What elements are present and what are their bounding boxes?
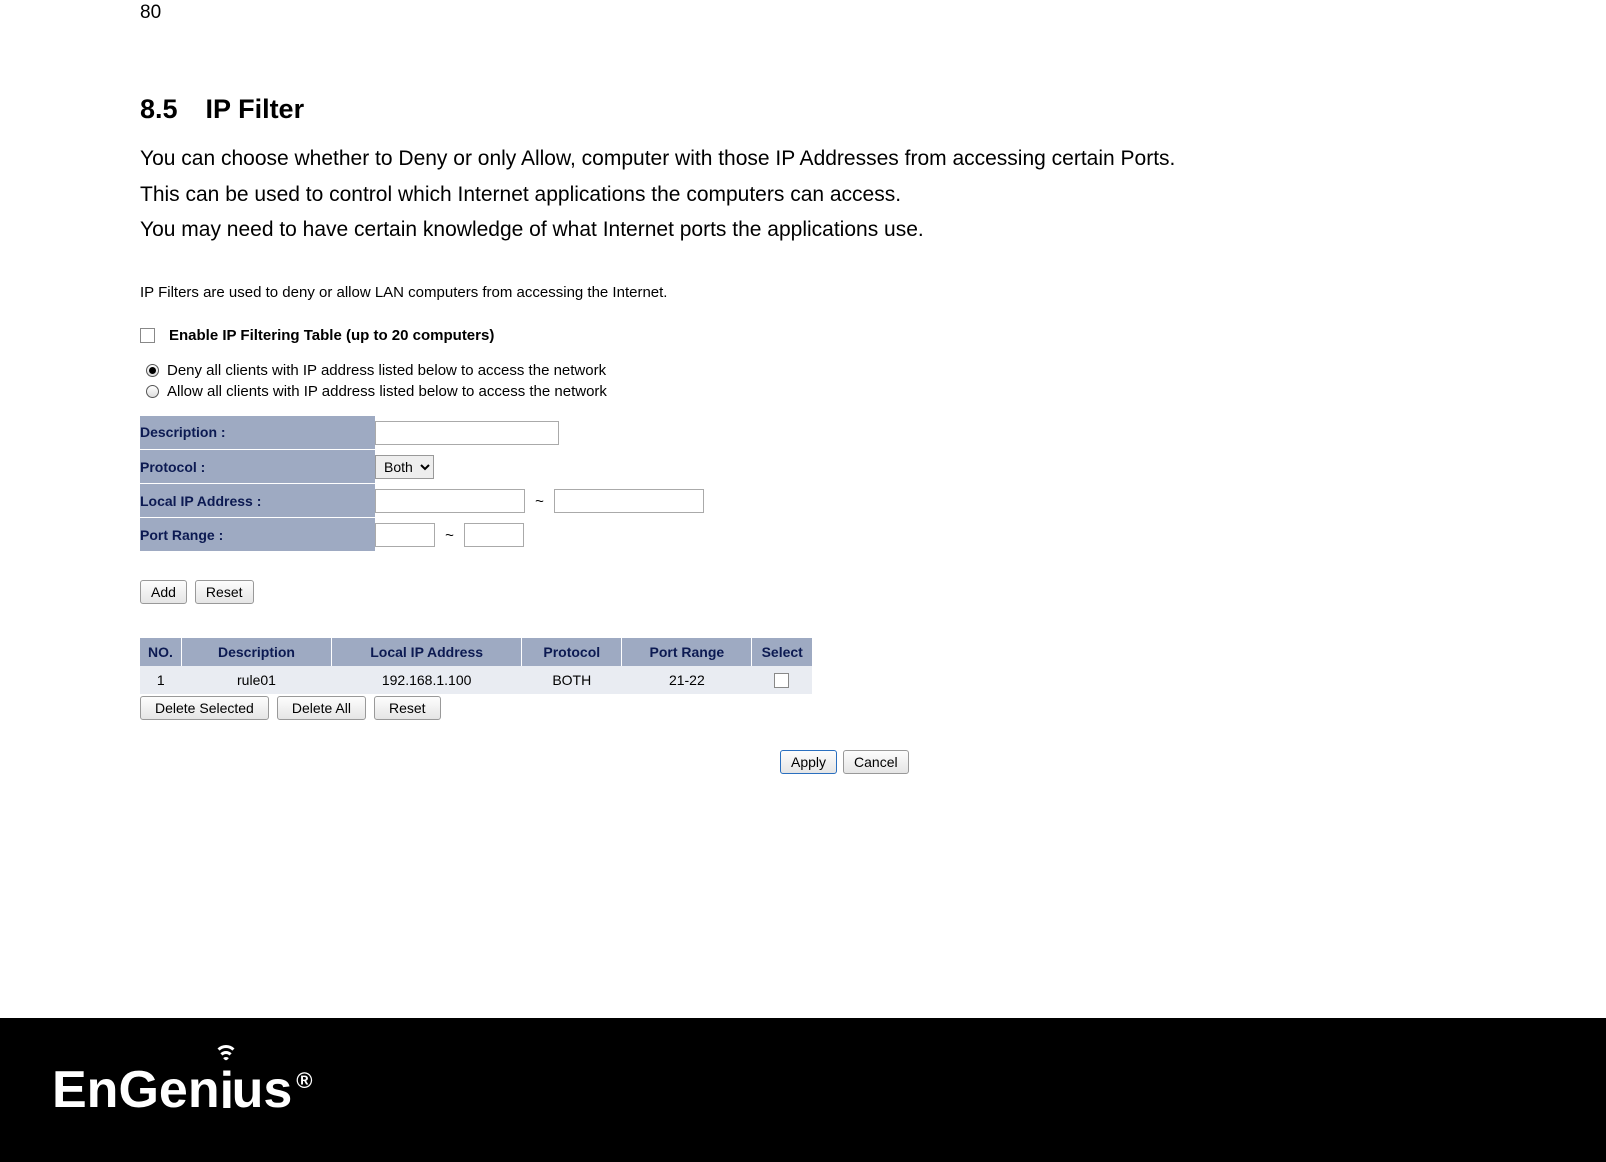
col-portrange: Port Range [622, 638, 752, 666]
col-description: Description [181, 638, 331, 666]
delete-all-button[interactable]: Delete All [277, 696, 366, 720]
cell-description: rule01 [181, 666, 331, 694]
col-localip: Local IP Address [332, 638, 522, 666]
deny-radio[interactable] [146, 364, 159, 377]
cancel-button[interactable]: Cancel [843, 750, 909, 774]
table-row: 1 rule01 192.168.1.100 BOTH 21-22 [140, 666, 812, 694]
apply-button[interactable]: Apply [780, 750, 837, 774]
ui-intro-text: IP Filters are used to deny or allow LAN… [140, 284, 960, 301]
portrange-label: Port Range : [140, 518, 375, 552]
body-paragraph: You may need to have certain knowledge o… [140, 214, 1466, 246]
cell-protocol: BOTH [522, 666, 622, 694]
body-paragraph: You can choose whether to Deny or only A… [140, 143, 1466, 175]
localip-to-input[interactable] [554, 489, 704, 513]
range-separator: ~ [535, 493, 544, 510]
port-to-input[interactable] [464, 523, 524, 547]
port-from-input[interactable] [375, 523, 435, 547]
rules-table: NO. Description Local IP Address Protoco… [140, 638, 812, 694]
allow-radio[interactable] [146, 385, 159, 398]
col-select: Select [752, 638, 812, 666]
body-paragraph: This can be used to control which Intern… [140, 179, 1466, 211]
engenius-logo: EnGenius® [52, 1060, 312, 1121]
cell-localip: 192.168.1.100 [332, 666, 522, 694]
localip-from-input[interactable] [375, 489, 525, 513]
description-input[interactable] [375, 421, 559, 445]
section-heading: 8.5 IP Filter [140, 94, 1466, 125]
range-separator: ~ [445, 527, 454, 544]
cell-no: 1 [140, 666, 181, 694]
section-title-text: IP Filter [206, 94, 305, 124]
col-protocol: Protocol [522, 638, 622, 666]
col-no: NO. [140, 638, 181, 666]
deny-radio-label: Deny all clients with IP address listed … [167, 362, 606, 379]
protocol-label: Protocol : [140, 450, 375, 484]
add-button[interactable]: Add [140, 580, 187, 604]
table-reset-button[interactable]: Reset [374, 696, 441, 720]
cell-portrange: 21-22 [622, 666, 752, 694]
delete-selected-button[interactable]: Delete Selected [140, 696, 269, 720]
enable-label: Enable IP Filtering Table (up to 20 comp… [169, 327, 494, 344]
ip-filter-ui: IP Filters are used to deny or allow LAN… [140, 284, 960, 775]
localip-label: Local IP Address : [140, 484, 375, 518]
page-footer: EnGenius® [0, 1018, 1606, 1162]
registered-mark: ® [296, 1068, 312, 1093]
enable-checkbox[interactable] [140, 328, 155, 343]
filter-form: Description : Protocol : Both Local IP A… [140, 416, 704, 553]
section-number: 8.5 [140, 94, 178, 125]
page-number: 80 [140, 2, 1466, 24]
description-label: Description : [140, 416, 375, 450]
protocol-select[interactable]: Both [375, 455, 434, 479]
logo-pre: EnGen [52, 1061, 220, 1119]
row-select-checkbox[interactable] [774, 673, 789, 688]
wifi-icon: i [220, 1061, 232, 1121]
reset-button[interactable]: Reset [195, 580, 254, 604]
logo-post: us [232, 1061, 293, 1119]
allow-radio-label: Allow all clients with IP address listed… [167, 383, 607, 400]
